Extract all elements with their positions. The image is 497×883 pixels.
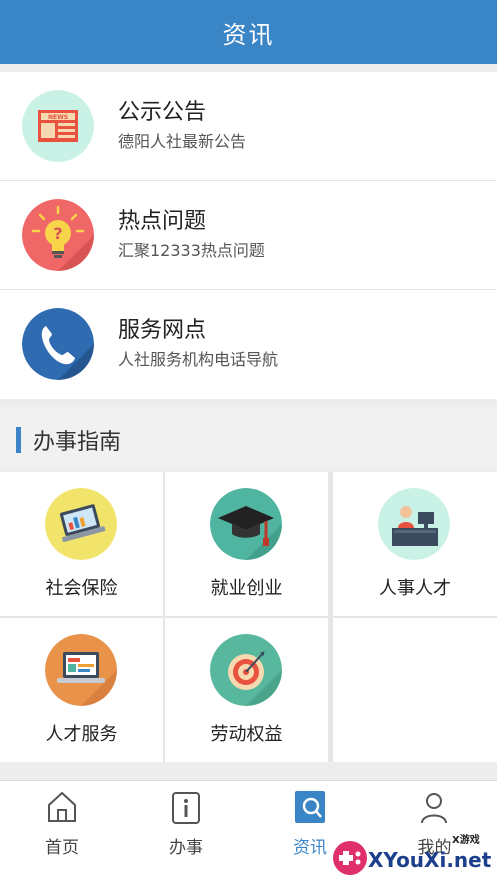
home-icon: [45, 789, 79, 825]
news-icon-text: NEWS: [48, 114, 68, 121]
tab-affairs[interactable]: 办事: [124, 781, 248, 883]
news-item-service-points[interactable]: 服务网点 人社服务机构电话导航: [0, 290, 497, 399]
page-title: 资讯: [222, 20, 275, 49]
guide-item-employment[interactable]: 就业创业: [165, 472, 328, 616]
guide-item-social-insurance[interactable]: 社会保险: [0, 472, 163, 616]
guide-item-personnel[interactable]: 人事人才: [333, 472, 497, 616]
tab-label: 办事: [169, 838, 203, 858]
section-accent-bar: [16, 427, 21, 453]
svg-text:?: ?: [53, 224, 62, 243]
site-watermark: X游戏 XYouXi.net: [330, 822, 497, 883]
top-app-bar: 资讯: [0, 0, 497, 64]
tab-label: 首页: [45, 838, 79, 858]
laptop-dashboard-icon: [45, 634, 117, 706]
user-icon: [417, 789, 451, 825]
news-title: 热点问题: [118, 209, 207, 234]
guide-empty-cell: [333, 618, 497, 762]
graduation-cap-icon: [210, 488, 282, 560]
news-item-announcements[interactable]: NEWS 公示公告 德阳人社最新公告: [0, 72, 497, 181]
news-item-hot-questions[interactable]: ? 热点问题 汇聚12333热点问题: [0, 181, 497, 290]
newspaper-icon: NEWS: [22, 90, 94, 162]
spacer: [0, 762, 497, 780]
guide-item-label: 劳动权益: [210, 724, 283, 745]
news-title: 服务网点: [118, 318, 207, 343]
news-subtitle: 人社服务机构电话导航: [118, 350, 279, 369]
guide-grid: 社会保险 就业创业 人事人才 人才服务 劳动权益: [0, 472, 497, 762]
phone-icon: [22, 308, 94, 380]
tab-home[interactable]: 首页: [0, 781, 124, 883]
guide-item-label: 就业创业: [210, 578, 283, 599]
news-subtitle: 汇聚12333热点问题: [118, 241, 265, 260]
guide-item-label: 人事人才: [379, 578, 451, 599]
watermark-text: XYouXi.net: [368, 848, 492, 872]
target-icon: [210, 634, 282, 706]
laptop-chart-icon: [45, 488, 117, 560]
news-search-icon: [293, 789, 327, 825]
section-title: 办事指南: [33, 430, 122, 455]
info-document-icon: [169, 789, 203, 825]
guide-section-header: 办事指南: [0, 407, 497, 469]
guide-item-label: 社会保险: [45, 578, 118, 599]
guide-item-talent-services[interactable]: 人才服务: [0, 618, 163, 762]
guide-item-labor-rights[interactable]: 劳动权益: [165, 618, 328, 762]
watermark-top-text: X游戏: [452, 835, 480, 846]
office-worker-icon: [378, 488, 450, 560]
news-list: NEWS 公示公告 德阳人社最新公告 ? 热点问题 汇聚12333热点问题 服务…: [0, 72, 497, 399]
news-title: 公示公告: [118, 100, 207, 125]
guide-item-label: 人才服务: [45, 724, 118, 745]
gamepad-logo-icon: [333, 841, 367, 875]
news-subtitle: 德阳人社最新公告: [118, 132, 247, 151]
lightbulb-question-icon: ?: [22, 199, 94, 271]
